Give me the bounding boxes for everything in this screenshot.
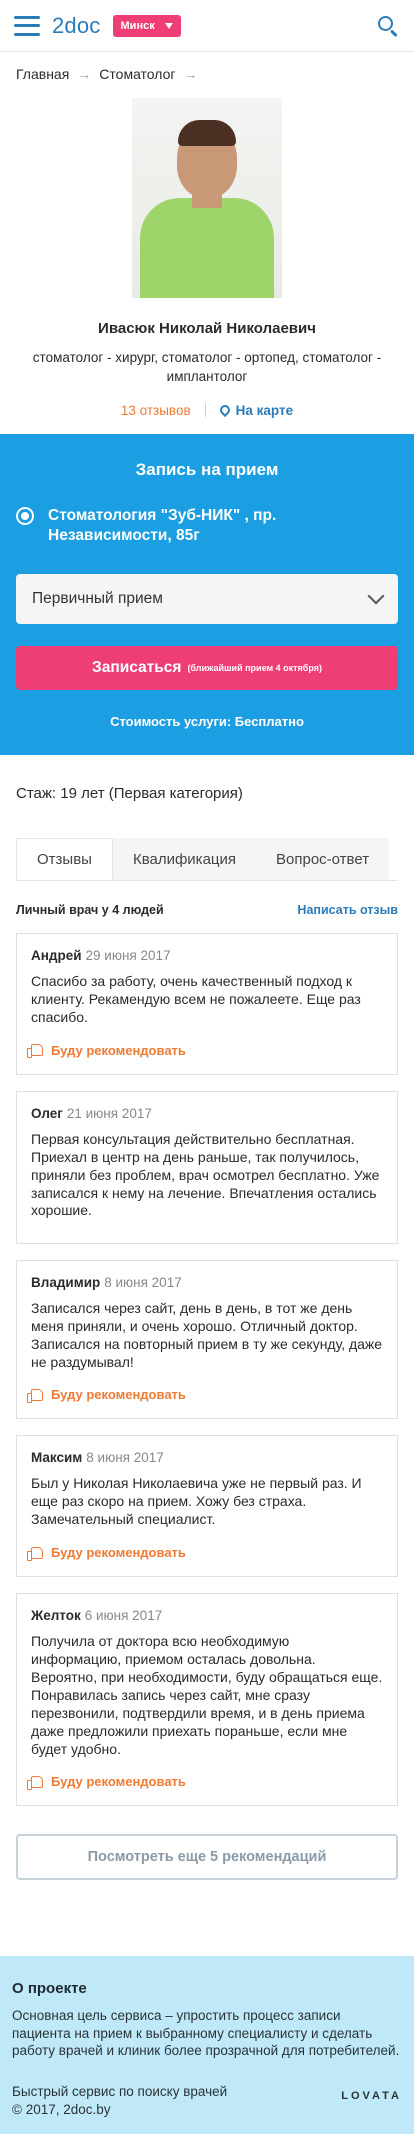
booking-panel: Запись на прием Стоматология "Зуб-НИК" ,…: [0, 433, 414, 756]
review-date: 21 июня 2017: [66, 1105, 152, 1121]
recommend-label: Буду рекомендовать: [51, 1387, 186, 1403]
recommend-badge: Буду рекомендовать: [27, 1042, 383, 1059]
review-author: Желток: [31, 1608, 81, 1624]
logo[interactable]: 2doc: [52, 13, 101, 39]
visit-type-select[interactable]: Первичный прием: [16, 574, 398, 625]
divider: [204, 403, 206, 418]
service-price: Стоимость услуги: Бесплатно: [110, 714, 304, 730]
review-card: Желток 6 июня 2017 Получила от доктора вс…: [16, 1593, 398, 1807]
review-author: Владимир: [31, 1274, 101, 1290]
review-text: Записался через сайт, день в день, в тот…: [31, 1299, 383, 1370]
about-text: Основная цель сервиса – упростить процес…: [12, 2008, 400, 2058]
review-card: Андрей 29 июня 2017 Спасибо за работу, оч…: [16, 933, 398, 1075]
radio-selected-icon[interactable]: [16, 506, 34, 525]
thumbs-up-icon: [27, 1388, 43, 1403]
breadcrumb: Главная → Стоматолог →: [0, 52, 414, 82]
book-button-label: Записаться: [92, 659, 182, 677]
footer-copyright: © 2017, 2doc.by: [12, 2101, 111, 2117]
footer-tagline: Быстрый сервис по поиску врачей: [12, 2084, 228, 2100]
review-date: 8 июня 2017: [86, 1450, 164, 1466]
arrow-right-icon: →: [183, 66, 198, 82]
doctor-profile: Ивасюк Николай Николаевич стоматолог - х…: [0, 82, 414, 418]
show-more-button[interactable]: Посмотреть еще 5 рекомендаций: [16, 1834, 398, 1881]
visit-type-value: Первичный прием: [32, 590, 163, 608]
caret-down-icon: [164, 22, 173, 29]
clinic-label: Стоматология "Зуб-НИК" , пр. Независимос…: [48, 506, 277, 544]
review-author: Олег: [31, 1105, 63, 1121]
review-card: Максим 8 июня 2017 Был у Николая Николаев…: [16, 1435, 398, 1578]
tab-reviews[interactable]: Отзывы: [16, 838, 113, 881]
review-date: 6 июня 2017: [84, 1608, 163, 1624]
about-title: О проекте: [12, 1980, 87, 1998]
review-text: Получила от доктора всю необходимую инфо…: [31, 1633, 383, 1757]
review-text: Первая консультация действительно беспла…: [31, 1130, 380, 1219]
footer-about: О проекте Основная цель сервиса – упрост…: [0, 1956, 414, 2134]
review-text: Спасибо за работу, очень качественный по…: [31, 973, 361, 1025]
review-date: 8 июня 2017: [104, 1274, 182, 1290]
footer-row: Быстрый сервис по поиску врачей © 2017, …: [12, 2083, 402, 2118]
recommend-badge: Буду рекомендовать: [27, 1774, 383, 1790]
write-review-link[interactable]: Написать отзыв: [297, 903, 398, 917]
top-bar: 2doc Минск: [0, 0, 414, 52]
review-text: Был у Николая Николаевича уже не первый …: [31, 1475, 362, 1528]
reviews-header: Личный врач у 4 людей Написать отзыв: [0, 881, 414, 917]
experience: Стаж: 19 лет (Первая категория): [16, 785, 243, 803]
map-link[interactable]: На карте: [217, 402, 294, 418]
recommend-badge: Буду рекомендовать: [27, 1387, 383, 1403]
profile-links: 13 отзывов На карте: [16, 403, 398, 418]
recommend-badge: Буду рекомендовать: [27, 1545, 383, 1561]
review-author: Максим: [31, 1450, 83, 1466]
search-icon[interactable]: [376, 14, 400, 38]
menu-icon[interactable]: [14, 15, 40, 36]
clinic-option[interactable]: Стоматология "Зуб-НИК" , пр. Независимос…: [16, 506, 398, 546]
tab-bar: Отзывы Квалификация Вопрос-ответ: [16, 838, 398, 882]
doctor-name: Ивасюк Николай Николаевич: [98, 320, 316, 337]
chevron-down-icon: [367, 587, 385, 605]
city-label: Минск: [120, 19, 155, 32]
booking-title: Запись на прием: [135, 459, 279, 479]
map-pin-icon: [217, 403, 232, 418]
arrow-right-icon: →: [77, 66, 92, 82]
review-author: Андрей: [31, 948, 82, 964]
recommend-label: Буду рекомендовать: [51, 1545, 186, 1561]
book-button-note: (ближайший прием 4 октября): [187, 663, 322, 674]
tab-qa[interactable]: Вопрос-ответ: [256, 838, 390, 881]
partner-logo[interactable]: LOVATA: [341, 2089, 402, 2103]
thumbs-up-icon: [27, 1775, 43, 1790]
review-card: Владимир 8 июня 2017 Записался через сайт…: [16, 1259, 398, 1420]
thumbs-up-icon: [27, 1546, 43, 1561]
book-button[interactable]: Записаться (ближайший прием 4 октября): [16, 646, 398, 691]
doctor-specialty: стоматолог - хирург, стоматолог - ортопе…: [32, 350, 382, 384]
recommend-label: Буду рекомендовать: [51, 1042, 186, 1058]
doctor-photo: [132, 98, 282, 298]
tab-qualification[interactable]: Квалификация: [112, 838, 257, 881]
thumbs-up-icon: [27, 1044, 43, 1059]
city-selector[interactable]: Минск: [112, 14, 181, 37]
reviews-count-link[interactable]: 13 отзывов: [121, 403, 191, 418]
review-card: Олег 21 июня 2017 Первая консультация дей…: [16, 1090, 398, 1244]
recommend-label: Буду рекомендовать: [51, 1774, 186, 1790]
review-date: 29 июня 2017: [85, 948, 171, 964]
breadcrumb-home[interactable]: Главная: [16, 66, 69, 82]
breadcrumb-section[interactable]: Стоматолог: [99, 66, 175, 82]
personal-doctor-count: Личный врач у 4 людей: [16, 903, 164, 918]
map-link-label: На карте: [235, 402, 294, 418]
